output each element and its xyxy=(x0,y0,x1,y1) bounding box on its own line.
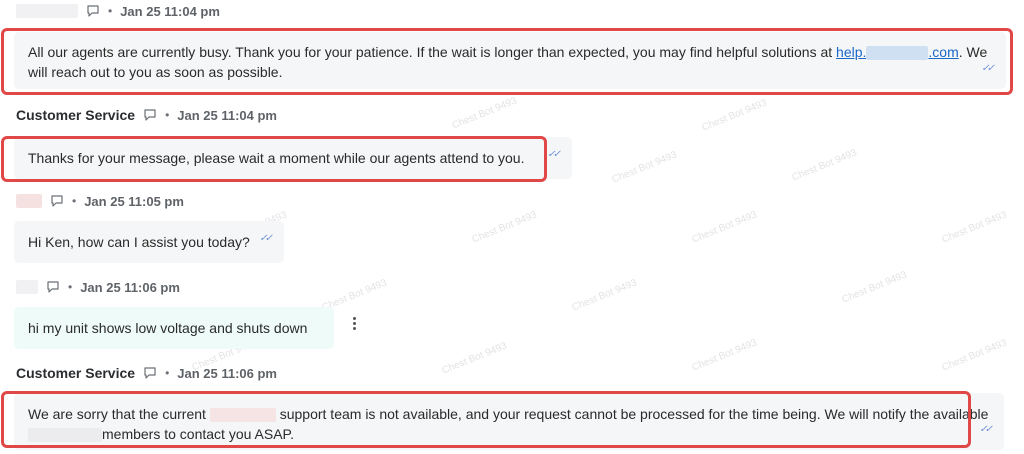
watermark: Chest Bot 9493 xyxy=(690,337,759,374)
watermark: Chest Bot 9493 xyxy=(610,149,679,186)
read-receipt-icon: ✓✓ xyxy=(981,63,995,74)
more-options-icon[interactable] xyxy=(351,317,357,330)
comment-icon[interactable] xyxy=(50,194,64,208)
message-header: • Jan 25 11:04 pm xyxy=(16,1,220,21)
comment-icon[interactable] xyxy=(46,280,60,294)
redacted-company-name xyxy=(209,408,276,423)
message-header: Customer Service • Jan 25 11:04 pm xyxy=(16,105,277,125)
timestamp: Jan 25 11:04 pm xyxy=(120,3,220,19)
timestamp: Jan 25 11:04 pm xyxy=(177,107,277,123)
message-bubble: Hi Ken, how can I assist you today? ✓✓ xyxy=(14,221,284,263)
separator-dot: • xyxy=(68,280,73,294)
redacted-sender-name xyxy=(16,280,38,294)
redacted-sender-name xyxy=(16,4,78,18)
timestamp: Jan 25 11:06 pm xyxy=(80,279,180,295)
timestamp: Jan 25 11:05 pm xyxy=(84,193,184,209)
watermark: Chest Bot 9493 xyxy=(470,209,539,246)
separator-dot: • xyxy=(108,4,113,18)
read-receipt-icon: ✓✓ xyxy=(979,424,993,435)
watermark: Chest Bot 9493 xyxy=(940,337,1009,374)
watermark: Chest Bot 9493 xyxy=(570,277,639,314)
message-text: hi my unit shows low voltage and shuts d… xyxy=(28,320,308,336)
message-text: We are sorry that the current xyxy=(28,406,210,422)
watermark: Chest Bot 9493 xyxy=(700,97,769,134)
help-link-prefix: help. xyxy=(836,44,867,60)
watermark: Chest Bot 9493 xyxy=(440,340,509,377)
watermark: Chest Bot 9493 xyxy=(690,209,759,246)
comment-icon[interactable] xyxy=(86,4,100,18)
watermark: Chest Bot 9493 xyxy=(840,269,909,306)
watermark: Chest Bot 9493 xyxy=(790,147,859,184)
sender-name: Customer Service xyxy=(16,365,136,381)
message-header: Customer Service • Jan 25 11:06 pm xyxy=(16,363,277,383)
comment-icon[interactable] xyxy=(143,108,157,122)
help-link-suffix: .com xyxy=(928,44,959,60)
message-bubble: We are sorry that the current support te… xyxy=(14,393,1004,450)
redacted-sender-name xyxy=(16,194,42,208)
message-text: Hi Ken, how can I assist you today? xyxy=(28,234,250,250)
separator-dot: • xyxy=(72,194,77,208)
comment-icon[interactable] xyxy=(143,366,157,380)
watermark: Chest Bot 9493 xyxy=(940,209,1009,246)
redacted-link-domain xyxy=(866,46,929,61)
read-receipt-icon: ✓✓ xyxy=(259,233,273,244)
help-link[interactable]: help. .com xyxy=(836,44,959,61)
message-bubble: All our agents are currently busy. Thank… xyxy=(14,32,1006,89)
message-bubble: Thanks for your message, please wait a m… xyxy=(14,137,572,179)
timestamp: Jan 25 11:06 pm xyxy=(177,365,277,381)
separator-dot: • xyxy=(165,108,170,122)
separator-dot: • xyxy=(165,366,170,380)
message-text: Thanks for your message, please wait a m… xyxy=(28,150,525,166)
message-header: • Jan 25 11:06 pm xyxy=(16,277,180,297)
watermark: Chest Bot 9493 xyxy=(450,95,519,132)
redacted-company-name xyxy=(28,428,102,443)
message-text-continued: members to contact you ASAP. xyxy=(102,426,294,442)
message-text: All our agents are currently busy. Thank… xyxy=(28,44,837,60)
read-receipt-icon: ✓✓ xyxy=(547,149,561,160)
message-text-continued: support team is not available, and your … xyxy=(275,406,989,422)
message-header: • Jan 25 11:05 pm xyxy=(16,191,184,211)
user-message-bubble: hi my unit shows low voltage and shuts d… xyxy=(14,307,334,349)
sender-name: Customer Service xyxy=(16,107,136,123)
